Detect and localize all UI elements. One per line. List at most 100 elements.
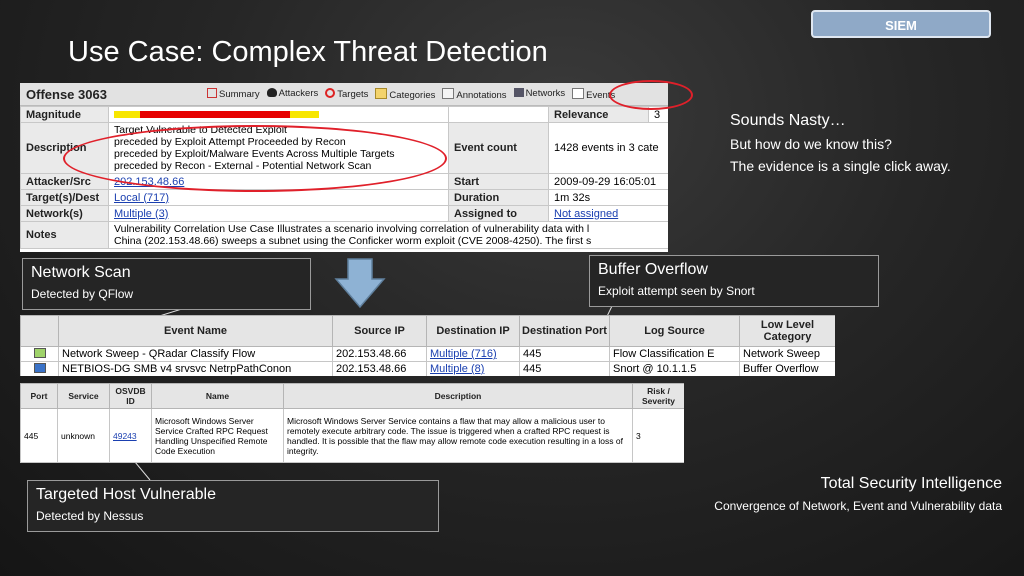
notes-label: Notes xyxy=(20,221,109,249)
tab-attackers[interactable]: Attackers xyxy=(266,88,318,101)
vulnerability-table: Port Service OSVDB ID Name Description R… xyxy=(20,383,684,463)
event-log-source: Flow Classification E xyxy=(609,346,740,362)
start-label: Start xyxy=(448,173,549,190)
total-sub: Convergence of Network, Event and Vulner… xyxy=(714,499,1002,513)
folder-icon xyxy=(375,88,388,99)
magnitude-bar-fill xyxy=(140,111,290,118)
col-event-name[interactable]: Event Name xyxy=(58,315,333,347)
notes-line: Vulnerability Correlation Use Case Illus… xyxy=(114,223,590,235)
networks-label: Network(s) xyxy=(20,205,109,222)
sounds-nasty-text: Sounds Nasty… But how do we know this? T… xyxy=(730,112,951,180)
event-destination-link[interactable]: Multiple (8) xyxy=(430,363,484,375)
event-color-swatch xyxy=(33,347,46,358)
sounds-heading: Sounds Nasty… xyxy=(730,112,846,129)
relevance-label: Relevance xyxy=(548,106,649,123)
callout-heading: Targeted Host Vulnerable xyxy=(36,486,216,503)
col-destination-ip[interactable]: Destination IP xyxy=(426,315,520,347)
tab-targets[interactable]: Targets xyxy=(325,88,368,101)
slide-title: Use Case: Complex Threat Detection xyxy=(68,36,548,68)
targets-label: Target(s)/Dest xyxy=(20,189,109,206)
event-destination-link[interactable]: Multiple (716) xyxy=(430,348,497,360)
sounds-line2: The evidence is a single click away. xyxy=(730,158,951,174)
vuln-header-row: Port Service OSVDB ID Name Description R… xyxy=(20,383,684,409)
callout-targeted-host: Targeted Host Vulnerable Detected by Nes… xyxy=(27,480,439,532)
col-log-source[interactable]: Log Source xyxy=(609,315,740,347)
magnitude-bar xyxy=(114,111,319,118)
total-heading: Total Security Intelligence xyxy=(820,475,1002,492)
tab-summary[interactable]: Summary xyxy=(207,88,260,101)
magnitude-row: Magnitude Relevance 3 xyxy=(20,106,668,123)
vuln-risk: 3 xyxy=(632,408,684,463)
tab-networks[interactable]: Networks xyxy=(513,88,565,101)
annotation-icon xyxy=(442,88,455,99)
total-security-text: Total Security Intelligence Convergence … xyxy=(714,475,1002,513)
osvdb-link[interactable]: 49243 xyxy=(113,431,137,441)
vuln-description: Microsoft Windows Server Service contain… xyxy=(283,408,633,463)
event-category: Buffer Overflow xyxy=(739,361,835,376)
event-log-source: Snort @ 10.1.1.5 xyxy=(609,361,740,376)
assigned-label: Assigned to xyxy=(448,205,549,222)
callout-heading: Network Scan xyxy=(31,264,131,281)
col-description[interactable]: Description xyxy=(283,383,633,409)
tab-annotations[interactable]: Annotations xyxy=(442,88,507,101)
callout-sub: Detected by QFlow xyxy=(31,287,134,301)
table-row[interactable]: Network Sweep - QRadar Classify Flow 202… xyxy=(20,346,835,362)
callout-network-scan: Network Scan Detected by QFlow xyxy=(22,258,311,310)
start-value: 2009-09-29 16:05:01 xyxy=(548,173,668,190)
events-header-row: Event Name Source IP Destination IP Dest… xyxy=(20,315,835,347)
attackers-icon xyxy=(266,88,277,97)
event-color-swatch xyxy=(33,362,46,373)
col-name[interactable]: Name xyxy=(151,383,284,409)
event-count-value: 1428 events in 3 cate xyxy=(548,122,668,174)
events-icon xyxy=(572,88,585,99)
offense-title: Offense 3063 xyxy=(26,87,107,102)
event-port: 445 xyxy=(519,361,610,376)
notes-value: Vulnerability Correlation Use Case Illus… xyxy=(108,221,668,249)
vulnerability-table-panel: Port Service OSVDB ID Name Description R… xyxy=(20,383,684,463)
event-port: 445 xyxy=(519,346,610,362)
summary-icon xyxy=(207,88,217,98)
col-service[interactable]: Service xyxy=(57,383,110,409)
event-source-ip: 202.153.48.66 xyxy=(332,346,427,362)
event-category: Network Sweep xyxy=(739,346,835,362)
description-highlight-ellipse xyxy=(63,125,447,192)
magnitude-label: Magnitude xyxy=(20,106,109,123)
events-tab-highlight-ellipse xyxy=(609,80,693,110)
vuln-service: unknown xyxy=(57,408,110,463)
duration-value: 1m 32s xyxy=(548,189,668,206)
table-row[interactable]: 445 unknown 49243 Microsoft Windows Serv… xyxy=(20,408,684,463)
callout-buffer-overflow: Buffer Overflow Exploit attempt seen by … xyxy=(589,255,879,307)
down-arrow-icon xyxy=(334,258,386,309)
notes-line: China (202.153.48.66) sweeps a subnet us… xyxy=(114,235,592,247)
notes-row: Notes Vulnerability Correlation Use Case… xyxy=(20,221,668,249)
event-name: Network Sweep - QRadar Classify Flow xyxy=(58,346,333,362)
col-low-level-category[interactable]: Low Level Category xyxy=(739,315,835,347)
magnitude-bar-cell xyxy=(108,106,449,123)
col-port[interactable]: Port xyxy=(20,383,58,409)
vuln-port: 445 xyxy=(20,408,58,463)
events-table-panel: Event Name Source IP Destination IP Dest… xyxy=(20,315,835,376)
col-risk-severity[interactable]: Risk / Severity xyxy=(632,383,684,409)
callout-heading: Buffer Overflow xyxy=(598,261,708,278)
callout-sub: Detected by Nessus xyxy=(36,509,144,523)
col-destination-port[interactable]: Destination Port xyxy=(519,315,610,347)
target-icon xyxy=(325,88,336,98)
event-count-label: Event count xyxy=(448,122,549,174)
siem-badge: SIEM xyxy=(811,10,991,38)
targets-link[interactable]: Local (717) xyxy=(114,192,169,204)
vuln-name: Microsoft Windows Server Service Crafted… xyxy=(151,408,284,463)
targets-row: Target(s)/Dest Local (717) Duration 1m 3… xyxy=(20,189,668,206)
event-name: NETBIOS-DG SMB v4 srvsvc NetrpPathConon xyxy=(58,361,333,376)
event-source-ip: 202.153.48.66 xyxy=(332,361,427,376)
table-row[interactable]: NETBIOS-DG SMB v4 srvsvc NetrpPathConon … xyxy=(20,361,835,376)
col-osvdb-id[interactable]: OSVDB ID xyxy=(109,383,152,409)
networks-link[interactable]: Multiple (3) xyxy=(114,208,168,220)
col-source-ip[interactable]: Source IP xyxy=(332,315,427,347)
tab-categories[interactable]: Categories xyxy=(375,88,435,101)
callout-sub: Exploit attempt seen by Snort xyxy=(598,284,755,298)
offense-header: Offense 3063 Summary Attackers Targets C… xyxy=(20,83,668,106)
duration-label: Duration xyxy=(448,189,549,206)
events-table: Event Name Source IP Destination IP Dest… xyxy=(20,315,835,376)
sounds-line1: But how do we know this? xyxy=(730,136,892,152)
assigned-link[interactable]: Not assigned xyxy=(554,208,618,220)
